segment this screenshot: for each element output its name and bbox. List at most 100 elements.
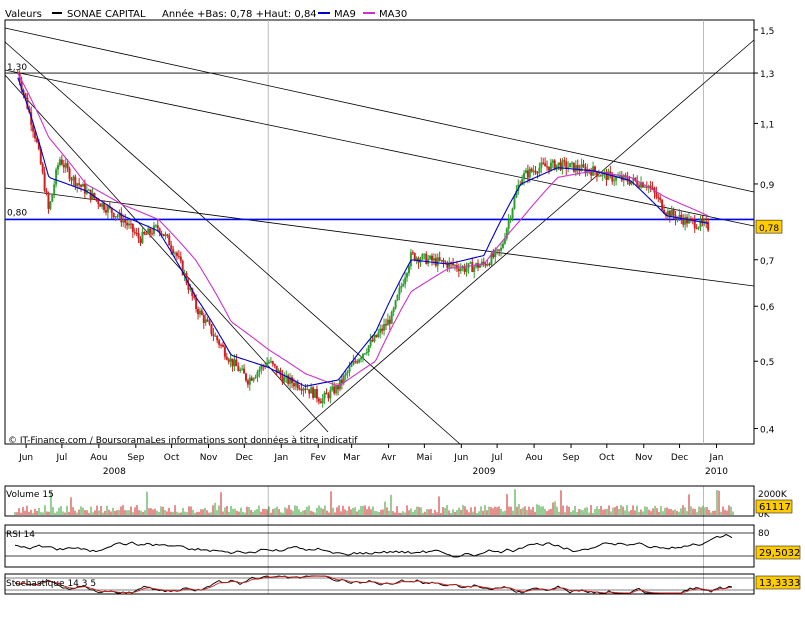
price-candle <box>237 366 240 372</box>
price-candle <box>323 392 326 399</box>
price-candle <box>643 186 646 188</box>
price-candle <box>310 387 313 394</box>
price-candle <box>501 243 504 248</box>
price-candle <box>168 235 171 246</box>
price-candle <box>678 214 681 218</box>
price-candle <box>131 223 134 232</box>
price-candle <box>386 319 389 326</box>
price-candle <box>306 389 309 391</box>
price-candle <box>442 259 445 263</box>
price-candle <box>350 364 353 367</box>
price-candle <box>388 319 391 324</box>
price-candle <box>235 359 238 367</box>
y-tick-label: 1,5 <box>760 27 774 37</box>
price-candle <box>137 233 140 239</box>
price-candle <box>51 193 54 202</box>
price-candle <box>523 173 526 180</box>
trendline <box>299 39 755 433</box>
x-tick-label: Jun <box>453 453 468 463</box>
price-candle <box>486 263 489 266</box>
price-candle <box>114 216 117 218</box>
legend-values-label: Valeurs <box>5 9 42 20</box>
price-candle <box>151 233 154 235</box>
price-candle <box>216 335 219 341</box>
price-candle <box>409 252 412 267</box>
price-candle <box>429 255 432 259</box>
stoch-title: Stochastique 14 3 5 <box>6 579 96 589</box>
price-candle <box>135 232 138 234</box>
price-candle <box>202 314 205 323</box>
price-candle <box>57 165 60 170</box>
price-candle <box>406 273 409 278</box>
price-candle <box>66 163 69 169</box>
price-candle <box>333 386 336 394</box>
price-candle <box>214 335 217 337</box>
price-candle <box>267 362 270 364</box>
price-candle <box>76 183 79 187</box>
price-candle <box>283 377 286 383</box>
price-candle <box>298 388 301 390</box>
price-candle <box>225 356 228 360</box>
price-candle <box>638 185 641 188</box>
price-candle <box>400 286 403 289</box>
x-tick-label: Jul <box>491 453 503 463</box>
price-candle <box>281 374 284 383</box>
price-candle <box>377 332 380 337</box>
price-candle <box>500 247 503 251</box>
price-candle <box>666 210 669 216</box>
price-candle <box>534 170 537 173</box>
x-tick-label: Mar <box>343 453 360 463</box>
rsi-last-value: 29,5032 <box>759 548 800 559</box>
price-candle <box>154 225 157 227</box>
price-candle <box>319 401 322 404</box>
price-candle <box>488 263 491 265</box>
price-candle <box>390 311 393 324</box>
price-candle <box>208 321 211 325</box>
price-candle <box>398 288 401 296</box>
price-candle <box>321 398 324 404</box>
price-candle <box>58 159 61 166</box>
price-candle <box>438 257 441 261</box>
price-candle <box>655 192 658 198</box>
price-candle <box>174 252 177 254</box>
legend-range: Année +Bas: 0,78 +Haut: 0,84 <box>162 8 317 20</box>
volume-bars <box>14 489 734 515</box>
price-candle <box>231 358 234 367</box>
x-tick-label: Jan <box>709 453 724 463</box>
price-candle <box>106 206 109 213</box>
price-candle <box>243 368 246 374</box>
x-tick-label: Avr <box>381 453 396 463</box>
legend-ma30: MA30 <box>379 9 407 20</box>
price-candle <box>244 373 247 381</box>
price-candle <box>74 176 77 187</box>
price-candle <box>496 249 499 251</box>
price-candle <box>597 175 600 177</box>
price-candle <box>104 210 107 213</box>
price-candle <box>335 385 338 394</box>
price-candle <box>256 371 259 377</box>
price-candle <box>254 376 257 379</box>
price-series <box>16 69 710 408</box>
price-candle <box>164 234 167 237</box>
price-candle <box>221 344 224 347</box>
price-candle <box>198 310 201 315</box>
price-candle <box>599 175 602 177</box>
high-price-label: 1,30 <box>7 63 27 73</box>
price-candle <box>327 394 330 399</box>
price-candle <box>229 358 232 362</box>
rsi-panel-frame <box>4 524 755 568</box>
price-candle <box>507 219 510 229</box>
year-label: 2010 <box>705 467 728 477</box>
price-candle <box>697 227 700 229</box>
price-candle <box>45 190 48 194</box>
price-candle <box>80 184 83 187</box>
price-candle <box>112 212 115 218</box>
price-candle <box>440 259 443 261</box>
price-candle <box>492 253 495 258</box>
price-candle <box>436 257 439 266</box>
stoch-last-value: 13,3333 <box>759 578 800 589</box>
price-candle <box>361 353 364 358</box>
price-candle <box>367 345 370 353</box>
price-candle <box>304 388 307 390</box>
price-candle <box>166 234 169 236</box>
